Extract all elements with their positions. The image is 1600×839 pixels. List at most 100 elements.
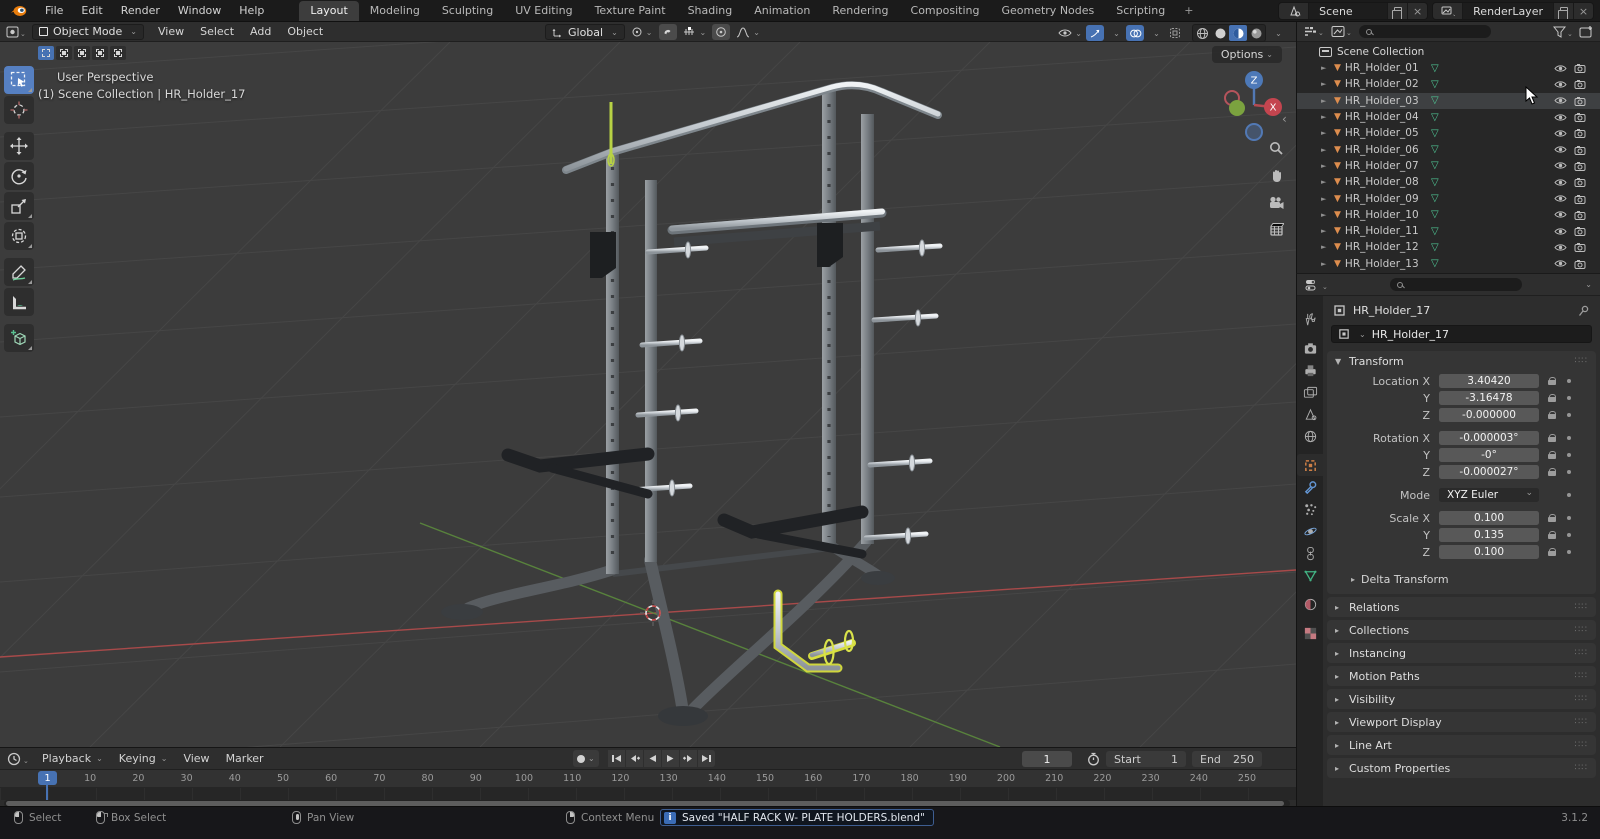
expand-arrow-icon[interactable]: ► (1321, 211, 1330, 219)
disable-in-render-icon[interactable] (1574, 112, 1586, 122)
render-layer-icon[interactable]: ⌄ (1433, 3, 1463, 19)
start-frame-field[interactable]: Start 1 (1106, 751, 1186, 767)
timeline-menu-item[interactable]: Playback (34, 750, 111, 767)
play-button[interactable] (662, 750, 679, 767)
workspace-tab[interactable]: Texture Paint (584, 1, 677, 21)
tool-add-cube[interactable] (4, 324, 34, 352)
transform-orientation-selector[interactable]: Global ⌄ (545, 24, 625, 40)
workspace-tab[interactable]: Scripting (1105, 1, 1176, 21)
tool-select-box[interactable] (4, 66, 34, 94)
hide-in-viewport-icon[interactable] (1554, 161, 1567, 170)
scene-copy-button[interactable] (1387, 3, 1407, 19)
scene-icon[interactable]: ⌄ (1279, 3, 1309, 19)
outliner-object-row[interactable]: ► ▼ HR_Holder_02 ▽ (1297, 76, 1600, 92)
outliner-editor-type-selector[interactable]: ⌄ (1303, 25, 1325, 38)
scene-unlink-button[interactable]: × (1407, 3, 1427, 19)
delta-transform-row[interactable]: ▸ Delta Transform (1327, 569, 1596, 594)
hide-in-viewport-icon[interactable] (1554, 96, 1567, 105)
tab-physics[interactable] (1297, 520, 1323, 542)
outliner-display-mode-selector[interactable]: ⌄ (1331, 25, 1353, 38)
properties-editor-type-selector[interactable]: ⌄ (1305, 278, 1329, 292)
tab-world[interactable] (1297, 425, 1323, 447)
timeline-menu-item[interactable]: Keying (111, 750, 176, 767)
hide-in-viewport-icon[interactable] (1554, 259, 1567, 268)
play-reverse-button[interactable] (644, 750, 661, 767)
tab-tool[interactable] (1297, 308, 1323, 330)
disable-in-render-icon[interactable] (1574, 259, 1586, 269)
shading-wireframe-button[interactable] (1193, 25, 1211, 41)
viewport-menu-item[interactable]: Add (242, 23, 279, 40)
outliner-object-row[interactable]: ► ▼ HR_Holder_09 ▽ (1297, 190, 1600, 206)
hide-in-viewport-icon[interactable] (1554, 129, 1567, 138)
xray-toggle[interactable] (1166, 25, 1184, 41)
menubar-item[interactable]: Window (169, 1, 230, 20)
transform-panel-header[interactable]: ▼ Transform ∷∷ (1327, 351, 1596, 371)
stopwatch-icon[interactable] (1087, 752, 1100, 769)
expand-arrow-icon[interactable]: ► (1321, 146, 1330, 154)
tab-render[interactable] (1297, 337, 1323, 359)
tab-constraints[interactable] (1297, 542, 1323, 564)
lock-icon[interactable] (1548, 451, 1557, 459)
disable-in-render-icon[interactable] (1574, 242, 1586, 252)
disable-in-render-icon[interactable] (1574, 79, 1586, 89)
overlays-options-selector[interactable]: ⌄ (1146, 25, 1164, 41)
outliner-object-row[interactable]: ► ▼ HR_Holder_05 ▽ (1297, 125, 1600, 141)
expand-arrow-icon[interactable]: ► (1321, 64, 1330, 72)
panel-grip[interactable]: ∷∷ (1575, 694, 1588, 704)
panel-grip[interactable]: ∷∷ (1575, 740, 1588, 750)
disable-in-render-icon[interactable] (1574, 145, 1586, 155)
panel-grip[interactable]: ∷∷ (1575, 717, 1588, 727)
hide-in-viewport-icon[interactable] (1554, 178, 1567, 187)
timeline-ruler[interactable]: 1020304050607080901001101201301401501601… (0, 770, 1296, 788)
hide-in-viewport-icon[interactable] (1554, 243, 1567, 252)
expand-arrow-icon[interactable]: ► (1321, 243, 1330, 251)
options-button[interactable]: Options⌄ (1212, 46, 1282, 63)
viewport-menu-item[interactable]: Select (192, 23, 242, 40)
expand-arrow-icon[interactable]: ► (1321, 162, 1330, 170)
timeline-editor-type-selector[interactable]: ⌄ (6, 752, 30, 766)
tab-texture[interactable] (1297, 622, 1323, 644)
lock-icon[interactable] (1548, 394, 1557, 402)
proportional-editing-toggle[interactable] (712, 24, 730, 40)
outliner-object-row[interactable]: ► ▼ HR_Holder_07 ▽ (1297, 158, 1600, 174)
jump-to-end-button[interactable] (698, 750, 715, 767)
zoom-icon[interactable] (1266, 138, 1286, 158)
camera-view-icon[interactable] (1266, 192, 1286, 212)
animate-decorator[interactable] (1567, 533, 1571, 537)
workspace-tab[interactable]: UV Editing (504, 1, 583, 21)
tab-scene[interactable] (1297, 403, 1323, 425)
workspace-tab[interactable]: Compositing (900, 1, 991, 21)
prev-keyframe-button[interactable] (626, 750, 643, 767)
panel-header[interactable]: ▸ Viewport Display ∷∷ (1327, 712, 1596, 732)
disable-in-render-icon[interactable] (1574, 210, 1586, 220)
next-keyframe-button[interactable] (680, 750, 697, 767)
pivot-point-selector[interactable]: ⌄ (629, 24, 655, 40)
playhead[interactable]: 1 (38, 771, 57, 785)
scene-collection-row[interactable]: Scene Collection (1297, 44, 1600, 60)
expand-arrow-icon[interactable]: ► (1321, 195, 1330, 203)
overlays-toggle[interactable] (1126, 25, 1144, 41)
animate-decorator[interactable] (1567, 550, 1571, 554)
animate-decorator[interactable] (1567, 470, 1571, 474)
gizmos-toggle[interactable] (1086, 25, 1104, 41)
viewport-3d[interactable]: User Perspective (1) Scene Collection | … (0, 42, 1296, 747)
workspace-tab[interactable]: Animation (743, 1, 821, 21)
editor-type-selector[interactable]: ⌄ (6, 25, 28, 39)
timeline-menu-item[interactable]: View (175, 750, 217, 767)
render-layer-unlink-button[interactable]: × (1573, 3, 1593, 19)
outliner-object-row[interactable]: ► ▼ HR_Holder_12 ▽ (1297, 239, 1600, 255)
panel-grip[interactable]: ∷∷ (1575, 602, 1588, 612)
outliner-filter-button[interactable]: ⌄ (1553, 26, 1573, 38)
select-mode-invert[interactable] (92, 46, 108, 60)
lock-icon[interactable] (1548, 531, 1557, 539)
expand-arrow-icon[interactable]: ► (1321, 80, 1330, 88)
expand-arrow-icon[interactable]: ► (1321, 113, 1330, 121)
tool-measure[interactable] (4, 288, 34, 316)
mode-selector[interactable]: Object Mode ⌄ (32, 24, 144, 40)
menubar-item[interactable]: Render (112, 1, 169, 20)
outliner-search[interactable] (1359, 25, 1491, 38)
gizmos-options-selector[interactable]: ⌄ (1106, 25, 1124, 41)
disable-in-render-icon[interactable] (1574, 194, 1586, 204)
lock-icon[interactable] (1548, 468, 1557, 476)
lock-icon[interactable] (1548, 411, 1557, 419)
